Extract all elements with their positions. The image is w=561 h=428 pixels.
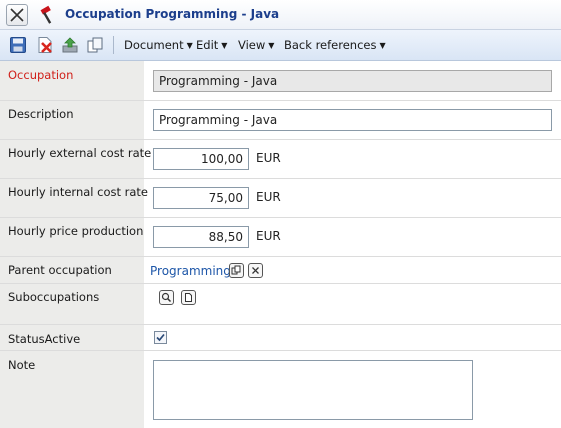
row-divider [0, 324, 561, 325]
row-divider [0, 100, 561, 101]
copy-icon [231, 265, 241, 275]
menu-back-references[interactable]: Back references ▼ [284, 38, 386, 52]
parent-occupation-link[interactable]: Programming [150, 264, 231, 278]
new-document-button[interactable] [181, 290, 196, 305]
hourly-external-cost-rate-label: Hourly external cost rate [8, 146, 152, 160]
occupation-field[interactable]: Programming - Java [153, 70, 552, 92]
copy-reference-button[interactable] [229, 263, 244, 278]
chevron-down-icon: ▼ [268, 41, 275, 50]
hourly-price-production-field[interactable]: 88,50 [153, 226, 249, 248]
menu-document[interactable]: Document ▼ [124, 38, 193, 52]
currency-unit: EUR [256, 190, 281, 204]
document-icon [185, 293, 192, 302]
close-icon [10, 8, 24, 22]
toolbar: Document ▼ Edit ▼ View ▼ Back references ▼ [0, 30, 561, 61]
currency-unit: EUR [256, 151, 281, 165]
close-button[interactable] [6, 4, 28, 26]
copy-icon[interactable] [86, 36, 104, 54]
note-textarea[interactable] [153, 360, 473, 420]
occupation-label: Occupation [8, 68, 74, 82]
search-button[interactable] [159, 290, 174, 305]
description-label: Description [8, 107, 74, 121]
export-icon[interactable] [61, 36, 79, 54]
remove-reference-button[interactable] [248, 263, 263, 278]
chevron-down-icon: ▼ [186, 41, 193, 50]
toolbar-separator [113, 36, 114, 54]
window-title: Occupation Programming - Java [65, 7, 280, 21]
note-label: Note [8, 358, 36, 372]
chevron-down-icon: ▼ [379, 41, 386, 50]
description-field[interactable]: Programming - Java [153, 109, 552, 131]
hourly-price-production-label: Hourly price production [8, 224, 144, 238]
row-divider [0, 283, 561, 284]
hourly-internal-cost-rate-field[interactable]: 75,00 [153, 187, 249, 209]
checkmark-icon [156, 333, 165, 342]
status-active-label: StatusActive [8, 332, 81, 346]
hourly-external-cost-rate-field[interactable]: 100,00 [153, 148, 249, 170]
title-bar: Occupation Programming - Java [0, 0, 561, 30]
row-divider [0, 217, 561, 218]
save-icon[interactable] [9, 36, 27, 54]
menu-edit[interactable]: Edit ▼ [196, 38, 227, 52]
chevron-down-icon: ▼ [221, 41, 228, 50]
suboccupations-label: Suboccupations [8, 290, 100, 304]
currency-unit: EUR [256, 229, 281, 243]
menu-view[interactable]: View ▼ [238, 38, 274, 52]
row-divider [0, 139, 561, 140]
hourly-internal-cost-rate-label: Hourly internal cost rate [8, 185, 149, 199]
parent-occupation-label: Parent occupation [8, 263, 112, 277]
close-icon [252, 267, 259, 274]
row-divider [0, 178, 561, 179]
row-divider [0, 350, 561, 351]
status-active-checkbox[interactable] [154, 331, 167, 344]
search-icon [161, 292, 172, 303]
hammer-icon [40, 5, 52, 24]
row-divider [0, 256, 561, 257]
delete-icon[interactable] [36, 36, 54, 54]
